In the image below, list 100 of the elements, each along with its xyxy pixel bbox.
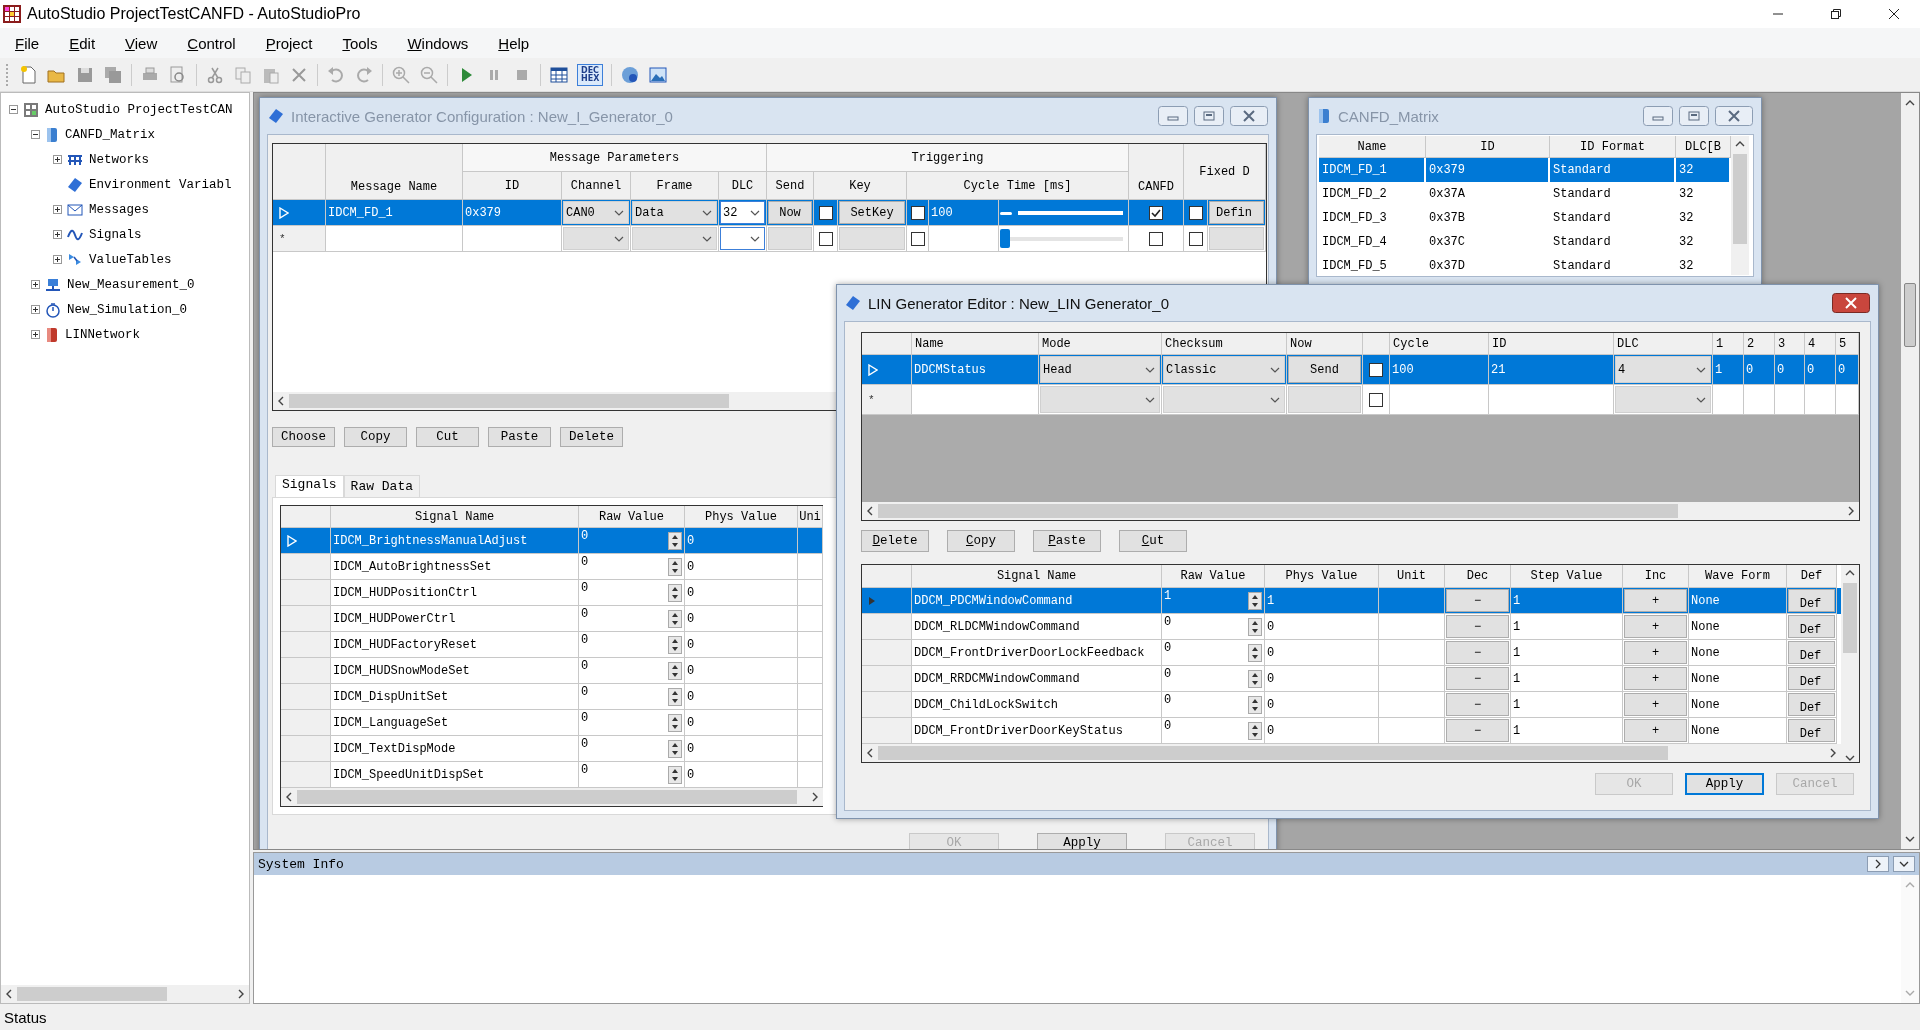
tree-item[interactable]: New_Simulation_0 — [66, 301, 189, 318]
increment-button[interactable]: + — [1624, 589, 1687, 612]
dropdown[interactable]: Classic — [1163, 356, 1285, 383]
table-row[interactable]: IDCM_FD_5 0x37D Standard 32 — [1319, 254, 1731, 276]
raw-value-field[interactable]: 0 — [581, 606, 589, 621]
slider-thumb[interactable] — [1000, 229, 1010, 248]
redo-icon[interactable] — [354, 64, 374, 85]
scrollbar-thumb[interactable] — [1843, 583, 1857, 653]
tree-item[interactable]: Signals — [88, 226, 143, 243]
define-button[interactable]: Def — [1788, 641, 1835, 664]
menu-item[interactable]: Project — [256, 31, 322, 55]
decrement-button[interactable]: − — [1446, 719, 1509, 742]
decrement-button[interactable]: − — [1446, 615, 1509, 638]
define-button[interactable]: Def — [1788, 667, 1835, 690]
spinner-icon[interactable] — [1248, 643, 1262, 662]
checkbox[interactable] — [1188, 205, 1203, 220]
stacked-disks-icon[interactable] — [103, 64, 123, 85]
tree-item[interactable]: CANFD_Matrix — [64, 126, 156, 143]
spinner-icon[interactable] — [668, 739, 682, 758]
toolbar-button[interactable]: Cut — [416, 427, 479, 447]
collapse-icon[interactable] — [31, 130, 40, 139]
decrement-button[interactable]: − — [1446, 641, 1509, 664]
dropdown[interactable]: 4 — [1615, 356, 1711, 383]
table-row[interactable]: DDCMStatus Head Classic Send 100 21 4 1 0 0 0 0 — [862, 355, 1859, 385]
table-row[interactable]: IDCM_HUDSnowModeSet 0 0 — [281, 658, 823, 684]
table-row[interactable]: * — [862, 385, 1859, 415]
row-header[interactable] — [862, 588, 912, 614]
toolbar-button[interactable]: Copy — [947, 530, 1015, 552]
menu-item[interactable]: Edit — [60, 31, 105, 55]
spinner-icon[interactable] — [1248, 591, 1262, 610]
vertical-scrollbar[interactable] — [1901, 93, 1919, 849]
expand-icon[interactable] — [53, 255, 62, 264]
tree-item[interactable]: Messages — [88, 201, 150, 218]
new-file-icon[interactable] — [19, 64, 39, 85]
dropdown[interactable]: Head — [1040, 356, 1160, 383]
raw-value-field[interactable]: 0 — [581, 528, 589, 543]
horizontal-scrollbar[interactable] — [862, 502, 1859, 520]
raw-value-field[interactable]: 0 — [581, 580, 589, 595]
close-icon[interactable] — [1888, 8, 1900, 20]
tree-item[interactable]: Environment Variabl — [88, 176, 233, 193]
scroll-left-icon[interactable] — [285, 792, 293, 802]
expand-icon[interactable] — [53, 155, 62, 164]
toolbar-button[interactable]: Copy — [344, 427, 407, 447]
tab[interactable]: Signals — [275, 475, 344, 497]
menu-item[interactable]: Help — [489, 31, 539, 55]
menu-item[interactable]: Tools — [333, 31, 387, 55]
row-header[interactable]: * — [273, 226, 326, 252]
vertical-scrollbar[interactable] — [1731, 136, 1749, 275]
table-row[interactable]: IDCM_DispUnitSet 0 0 — [281, 684, 823, 710]
table-row[interactable]: IDCM_HUDPositionCtrl 0 0 — [281, 580, 823, 606]
table-row[interactable]: IDCM_FD_4 0x37C Standard 32 — [1319, 230, 1731, 254]
toolbar-button[interactable]: Choose — [272, 427, 335, 447]
table-row[interactable]: DDCM_RRDCMWindowCommand 0 0 − 1 + None Def — [862, 666, 1841, 692]
increment-button[interactable]: + — [1624, 693, 1687, 716]
restore-icon[interactable] — [1830, 8, 1842, 20]
table-row[interactable]: IDCM_FD_3 0x37B Standard 32 — [1319, 206, 1731, 230]
checkbox[interactable] — [1188, 231, 1203, 246]
expand-icon[interactable] — [31, 305, 40, 314]
define-button[interactable]: Defin — [1209, 201, 1264, 224]
checkbox[interactable] — [818, 231, 833, 246]
zoom-out-icon[interactable] — [419, 64, 439, 85]
scroll-down-icon[interactable] — [1845, 754, 1855, 762]
scrollbar-thumb[interactable] — [289, 394, 729, 408]
row-header[interactable] — [273, 200, 326, 226]
undo-icon[interactable] — [326, 64, 346, 85]
picture-frame-icon[interactable] — [648, 64, 669, 85]
slider-thumb[interactable] — [1000, 211, 1012, 215]
menu-item[interactable]: Windows — [398, 31, 478, 55]
table-row[interactable]: DDCM_FrontDriverDoorLockFeedback 0 0 − 1 + None Def — [862, 640, 1841, 666]
scroll-left-icon[interactable] — [866, 506, 874, 516]
close-icon[interactable] — [1832, 293, 1870, 313]
scroll-right-icon[interactable] — [811, 792, 819, 802]
spinner-icon[interactable] — [668, 609, 682, 628]
spinner-icon[interactable] — [1248, 695, 1262, 714]
vertical-scrollbar[interactable] — [1841, 565, 1859, 762]
raw-value-field[interactable]: 0 — [581, 632, 589, 647]
raw-value-field[interactable]: 0 — [581, 554, 589, 569]
toolbar-button[interactable]: Delete — [560, 427, 623, 447]
increment-button[interactable]: + — [1624, 667, 1687, 690]
scrollbar-thumb[interactable] — [1904, 283, 1916, 347]
define-button[interactable]: Def — [1788, 589, 1835, 612]
dropdown[interactable] — [720, 227, 765, 250]
minimize-icon[interactable] — [1158, 106, 1188, 126]
spinner-icon[interactable] — [668, 583, 682, 602]
scroll-right-icon[interactable] — [1829, 748, 1837, 758]
scroll-down-icon[interactable] — [1905, 835, 1915, 843]
increment-button[interactable]: + — [1624, 615, 1687, 638]
dialog-button[interactable]: Apply — [1037, 833, 1127, 849]
tree-item[interactable]: Networks — [88, 151, 150, 168]
row-header[interactable]: * — [862, 385, 912, 415]
table-row[interactable]: * — [273, 226, 1266, 252]
dropdown[interactable]: CAN0 — [563, 201, 629, 224]
raw-value-field[interactable]: 0 — [1164, 640, 1172, 655]
increment-button[interactable]: + — [1624, 641, 1687, 664]
scroll-right-icon[interactable] — [237, 989, 245, 999]
scroll-up-icon[interactable] — [1845, 569, 1855, 577]
spinner-icon[interactable] — [668, 765, 682, 784]
zoom-in-icon[interactable] — [391, 64, 411, 85]
chevron-down-icon[interactable] — [1893, 856, 1915, 872]
send-now-button[interactable]: Now — [768, 201, 812, 224]
